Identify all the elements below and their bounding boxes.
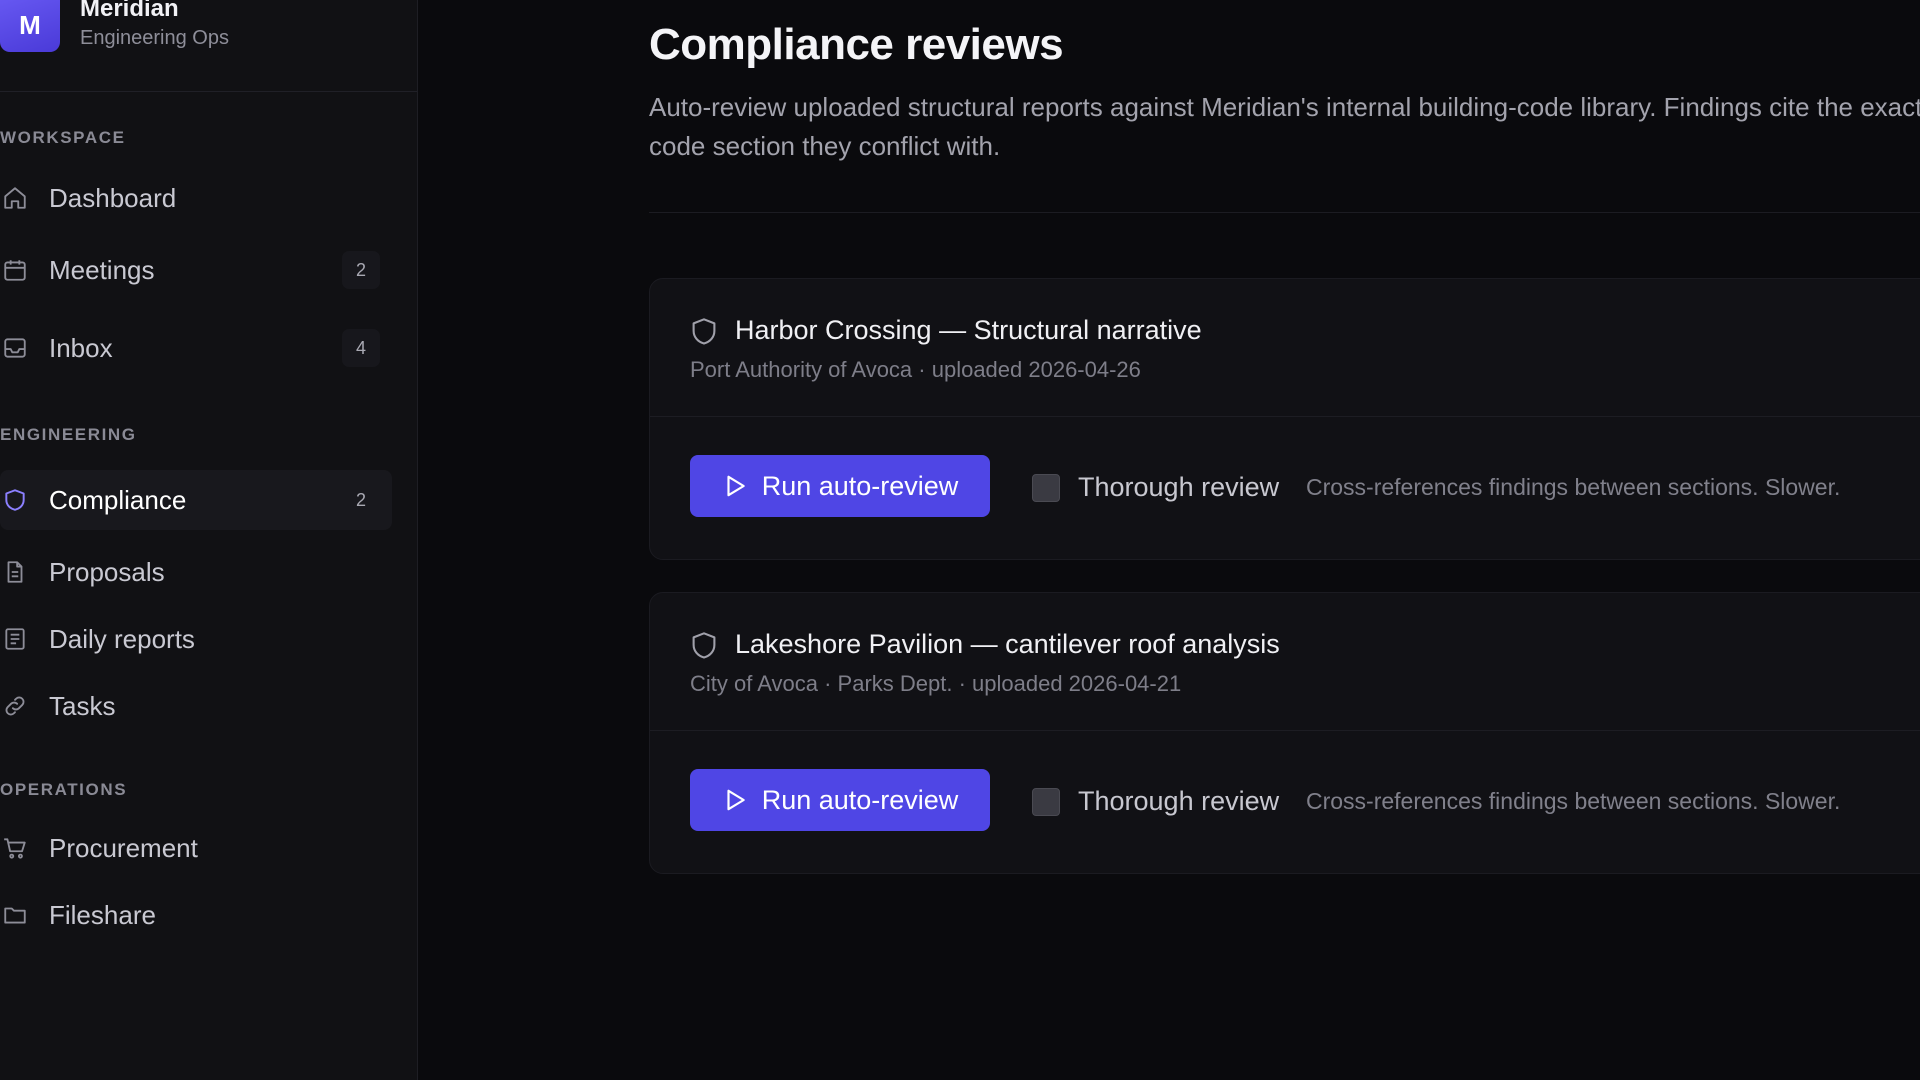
sidebar-item-compliance[interactable]: Compliance 2 bbox=[0, 470, 392, 530]
sidebar-item-dashboard[interactable]: Dashboard bbox=[0, 168, 392, 228]
section-label-engineering: ENGINEERING bbox=[0, 425, 137, 444]
sidebar-item-label: Daily reports bbox=[49, 623, 195, 654]
shield-icon bbox=[690, 631, 718, 663]
section-label-operations: OPERATIONS bbox=[0, 780, 128, 799]
page-title: Compliance reviews bbox=[649, 20, 1064, 69]
sidebar-item-meetings[interactable]: Meetings 2 bbox=[0, 240, 392, 300]
count-badge: 4 bbox=[342, 329, 380, 367]
sidebar: M Meridian Engineering Ops WORKSPACE Das… bbox=[0, 0, 418, 1080]
thorough-review-hint: Cross-references findings between sectio… bbox=[1306, 474, 1841, 500]
thorough-review-checkbox[interactable] bbox=[1032, 474, 1060, 502]
sidebar-item-label: Meetings bbox=[49, 254, 155, 285]
review-meta: City of Avoca · Parks Dept. · uploaded 2… bbox=[690, 671, 1182, 696]
review-actions: Run auto-review Thorough review Cross-re… bbox=[650, 417, 1920, 559]
app-window: M Meridian Engineering Ops WORKSPACE Das… bbox=[0, 0, 1920, 1080]
home-icon bbox=[0, 183, 30, 213]
thorough-review-checkbox[interactable] bbox=[1032, 788, 1060, 816]
run-auto-review-button[interactable]: Run auto-review bbox=[690, 769, 990, 831]
page-description: Auto-review uploaded structural reports … bbox=[649, 92, 1920, 161]
run-auto-review-button[interactable]: Run auto-review bbox=[690, 455, 990, 517]
sidebar-item-label: Dashboard bbox=[49, 182, 177, 213]
run-auto-review-label: Run auto-review bbox=[761, 470, 959, 501]
brand-name: Meridian bbox=[80, 0, 179, 22]
brand-logo: M bbox=[0, 0, 60, 52]
count-badge: 2 bbox=[342, 251, 380, 289]
brand-header: M Meridian Engineering Ops bbox=[0, 0, 417, 92]
review-card: Lakeshore Pavilion — cantilever roof ana… bbox=[649, 592, 1920, 874]
sidebar-item-procurement[interactable]: Procurement bbox=[0, 818, 392, 878]
review-card-header: Lakeshore Pavilion — cantilever roof ana… bbox=[650, 593, 1920, 731]
sidebar-item-fileshare[interactable]: Fileshare bbox=[0, 885, 392, 945]
inbox-icon bbox=[0, 333, 30, 363]
document-icon bbox=[0, 557, 30, 587]
review-card: Harbor Crossing — Structural narrative P… bbox=[649, 278, 1920, 560]
sidebar-item-daily-reports[interactable]: Daily reports bbox=[0, 609, 392, 669]
divider bbox=[649, 212, 1920, 213]
sidebar-item-label: Fileshare bbox=[49, 899, 156, 930]
sidebar-item-label: Tasks bbox=[49, 690, 116, 721]
sidebar-item-label: Compliance bbox=[49, 484, 187, 515]
play-icon bbox=[722, 787, 748, 813]
calendar-icon bbox=[0, 255, 30, 285]
review-card-header: Harbor Crossing — Structural narrative P… bbox=[650, 279, 1920, 417]
thorough-review-label[interactable]: Thorough review bbox=[1078, 472, 1279, 503]
link-icon bbox=[0, 691, 30, 721]
review-meta: Port Authority of Avoca · uploaded 2026-… bbox=[690, 357, 1141, 382]
cart-icon bbox=[0, 833, 30, 863]
section-label-workspace: WORKSPACE bbox=[0, 128, 126, 147]
thorough-review-hint: Cross-references findings between sectio… bbox=[1306, 788, 1841, 814]
sidebar-item-label: Procurement bbox=[49, 832, 198, 863]
sidebar-item-label: Proposals bbox=[49, 556, 165, 587]
shield-icon bbox=[0, 485, 30, 515]
sidebar-item-inbox[interactable]: Inbox 4 bbox=[0, 318, 392, 378]
run-auto-review-label: Run auto-review bbox=[761, 784, 959, 815]
shield-icon bbox=[690, 317, 718, 349]
brand-subtitle: Engineering Ops bbox=[80, 27, 229, 49]
folder-icon bbox=[0, 900, 30, 930]
play-icon bbox=[722, 473, 748, 499]
main-content: Compliance reviews Auto-review uploaded … bbox=[418, 0, 1920, 1080]
sidebar-item-label: Inbox bbox=[49, 332, 113, 363]
review-title: Harbor Crossing — Structural narrative bbox=[735, 315, 1202, 345]
review-actions: Run auto-review Thorough review Cross-re… bbox=[650, 731, 1920, 873]
count-badge: 2 bbox=[355, 489, 366, 510]
thorough-review-label[interactable]: Thorough review bbox=[1078, 786, 1279, 817]
sidebar-item-tasks[interactable]: Tasks bbox=[0, 676, 392, 736]
report-icon bbox=[0, 624, 30, 654]
review-title: Lakeshore Pavilion — cantilever roof ana… bbox=[735, 629, 1280, 659]
sidebar-item-proposals[interactable]: Proposals bbox=[0, 542, 392, 602]
